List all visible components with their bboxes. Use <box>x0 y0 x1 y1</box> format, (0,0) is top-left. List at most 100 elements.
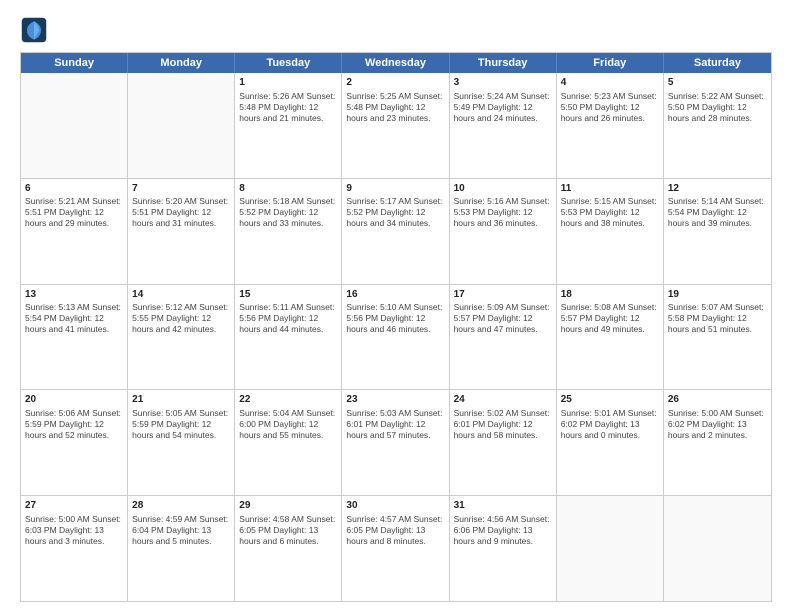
day-content: Sunrise: 5:07 AM Sunset: 5:58 PM Dayligh… <box>668 302 767 335</box>
calendar-body: 1Sunrise: 5:26 AM Sunset: 5:48 PM Daylig… <box>21 73 771 601</box>
day-number: 30 <box>346 499 444 513</box>
day-content: Sunrise: 5:02 AM Sunset: 6:01 PM Dayligh… <box>454 408 552 441</box>
day-content: Sunrise: 5:16 AM Sunset: 5:53 PM Dayligh… <box>454 196 552 229</box>
day-content: Sunrise: 5:06 AM Sunset: 5:59 PM Dayligh… <box>25 408 123 441</box>
calendar-day-10: 10Sunrise: 5:16 AM Sunset: 5:53 PM Dayli… <box>450 179 557 284</box>
day-number: 14 <box>132 288 230 302</box>
header-day-wednesday: Wednesday <box>342 53 449 73</box>
calendar-week-1: 1Sunrise: 5:26 AM Sunset: 5:48 PM Daylig… <box>21 73 771 178</box>
calendar: SundayMondayTuesdayWednesdayThursdayFrid… <box>20 52 772 602</box>
day-number: 7 <box>132 182 230 196</box>
calendar-day-27: 27Sunrise: 5:00 AM Sunset: 6:03 PM Dayli… <box>21 496 128 601</box>
day-content: Sunrise: 5:00 AM Sunset: 6:02 PM Dayligh… <box>668 408 767 441</box>
calendar-day-16: 16Sunrise: 5:10 AM Sunset: 5:56 PM Dayli… <box>342 285 449 390</box>
calendar-day-14: 14Sunrise: 5:12 AM Sunset: 5:55 PM Dayli… <box>128 285 235 390</box>
calendar-day-28: 28Sunrise: 4:59 AM Sunset: 6:04 PM Dayli… <box>128 496 235 601</box>
day-number: 9 <box>346 182 444 196</box>
day-content: Sunrise: 4:59 AM Sunset: 6:04 PM Dayligh… <box>132 514 230 547</box>
day-number: 22 <box>239 393 337 407</box>
day-content: Sunrise: 5:21 AM Sunset: 5:51 PM Dayligh… <box>25 196 123 229</box>
day-number: 11 <box>561 182 659 196</box>
day-number: 3 <box>454 76 552 90</box>
calendar-day-13: 13Sunrise: 5:13 AM Sunset: 5:54 PM Dayli… <box>21 285 128 390</box>
day-content: Sunrise: 5:05 AM Sunset: 5:59 PM Dayligh… <box>132 408 230 441</box>
day-content: Sunrise: 5:09 AM Sunset: 5:57 PM Dayligh… <box>454 302 552 335</box>
day-number: 2 <box>346 76 444 90</box>
day-content: Sunrise: 5:14 AM Sunset: 5:54 PM Dayligh… <box>668 196 767 229</box>
day-number: 6 <box>25 182 123 196</box>
day-number: 4 <box>561 76 659 90</box>
day-content: Sunrise: 5:20 AM Sunset: 5:51 PM Dayligh… <box>132 196 230 229</box>
day-content: Sunrise: 5:04 AM Sunset: 6:00 PM Dayligh… <box>239 408 337 441</box>
day-content: Sunrise: 5:08 AM Sunset: 5:57 PM Dayligh… <box>561 302 659 335</box>
calendar-day-20: 20Sunrise: 5:06 AM Sunset: 5:59 PM Dayli… <box>21 390 128 495</box>
calendar-week-5: 27Sunrise: 5:00 AM Sunset: 6:03 PM Dayli… <box>21 495 771 601</box>
day-number: 21 <box>132 393 230 407</box>
calendar-day-6: 6Sunrise: 5:21 AM Sunset: 5:51 PM Daylig… <box>21 179 128 284</box>
calendar-empty-cell <box>664 496 771 601</box>
day-number: 28 <box>132 499 230 513</box>
logo <box>20 16 52 44</box>
header-day-tuesday: Tuesday <box>235 53 342 73</box>
calendar-day-25: 25Sunrise: 5:01 AM Sunset: 6:02 PM Dayli… <box>557 390 664 495</box>
day-number: 23 <box>346 393 444 407</box>
day-number: 19 <box>668 288 767 302</box>
calendar-empty-cell <box>557 496 664 601</box>
calendar-week-3: 13Sunrise: 5:13 AM Sunset: 5:54 PM Dayli… <box>21 284 771 390</box>
day-content: Sunrise: 5:10 AM Sunset: 5:56 PM Dayligh… <box>346 302 444 335</box>
day-number: 1 <box>239 76 337 90</box>
calendar-day-22: 22Sunrise: 5:04 AM Sunset: 6:00 PM Dayli… <box>235 390 342 495</box>
day-number: 5 <box>668 76 767 90</box>
calendar-day-31: 31Sunrise: 4:56 AM Sunset: 6:06 PM Dayli… <box>450 496 557 601</box>
day-content: Sunrise: 5:15 AM Sunset: 5:53 PM Dayligh… <box>561 196 659 229</box>
header-day-thursday: Thursday <box>450 53 557 73</box>
day-content: Sunrise: 5:00 AM Sunset: 6:03 PM Dayligh… <box>25 514 123 547</box>
calendar-day-7: 7Sunrise: 5:20 AM Sunset: 5:51 PM Daylig… <box>128 179 235 284</box>
day-content: Sunrise: 5:22 AM Sunset: 5:50 PM Dayligh… <box>668 91 767 124</box>
logo-icon <box>20 16 48 44</box>
calendar-header: SundayMondayTuesdayWednesdayThursdayFrid… <box>21 53 771 73</box>
header-day-sunday: Sunday <box>21 53 128 73</box>
calendar-empty-cell <box>128 73 235 178</box>
day-content: Sunrise: 5:18 AM Sunset: 5:52 PM Dayligh… <box>239 196 337 229</box>
day-content: Sunrise: 5:17 AM Sunset: 5:52 PM Dayligh… <box>346 196 444 229</box>
calendar-day-26: 26Sunrise: 5:00 AM Sunset: 6:02 PM Dayli… <box>664 390 771 495</box>
day-number: 15 <box>239 288 337 302</box>
header-day-saturday: Saturday <box>664 53 771 73</box>
day-number: 16 <box>346 288 444 302</box>
day-content: Sunrise: 4:58 AM Sunset: 6:05 PM Dayligh… <box>239 514 337 547</box>
calendar-day-12: 12Sunrise: 5:14 AM Sunset: 5:54 PM Dayli… <box>664 179 771 284</box>
day-content: Sunrise: 5:13 AM Sunset: 5:54 PM Dayligh… <box>25 302 123 335</box>
page: SundayMondayTuesdayWednesdayThursdayFrid… <box>0 0 792 612</box>
calendar-day-21: 21Sunrise: 5:05 AM Sunset: 5:59 PM Dayli… <box>128 390 235 495</box>
day-number: 25 <box>561 393 659 407</box>
header <box>20 16 772 44</box>
day-number: 12 <box>668 182 767 196</box>
day-number: 10 <box>454 182 552 196</box>
calendar-day-18: 18Sunrise: 5:08 AM Sunset: 5:57 PM Dayli… <box>557 285 664 390</box>
header-day-monday: Monday <box>128 53 235 73</box>
calendar-day-8: 8Sunrise: 5:18 AM Sunset: 5:52 PM Daylig… <box>235 179 342 284</box>
day-content: Sunrise: 5:26 AM Sunset: 5:48 PM Dayligh… <box>239 91 337 124</box>
day-number: 24 <box>454 393 552 407</box>
day-number: 20 <box>25 393 123 407</box>
day-number: 27 <box>25 499 123 513</box>
day-number: 17 <box>454 288 552 302</box>
calendar-week-4: 20Sunrise: 5:06 AM Sunset: 5:59 PM Dayli… <box>21 389 771 495</box>
calendar-week-2: 6Sunrise: 5:21 AM Sunset: 5:51 PM Daylig… <box>21 178 771 284</box>
day-content: Sunrise: 4:56 AM Sunset: 6:06 PM Dayligh… <box>454 514 552 547</box>
header-day-friday: Friday <box>557 53 664 73</box>
day-content: Sunrise: 5:23 AM Sunset: 5:50 PM Dayligh… <box>561 91 659 124</box>
day-content: Sunrise: 5:03 AM Sunset: 6:01 PM Dayligh… <box>346 408 444 441</box>
day-number: 31 <box>454 499 552 513</box>
day-number: 26 <box>668 393 767 407</box>
calendar-day-15: 15Sunrise: 5:11 AM Sunset: 5:56 PM Dayli… <box>235 285 342 390</box>
day-content: Sunrise: 5:01 AM Sunset: 6:02 PM Dayligh… <box>561 408 659 441</box>
calendar-day-24: 24Sunrise: 5:02 AM Sunset: 6:01 PM Dayli… <box>450 390 557 495</box>
day-content: Sunrise: 5:25 AM Sunset: 5:48 PM Dayligh… <box>346 91 444 124</box>
calendar-day-9: 9Sunrise: 5:17 AM Sunset: 5:52 PM Daylig… <box>342 179 449 284</box>
calendar-day-23: 23Sunrise: 5:03 AM Sunset: 6:01 PM Dayli… <box>342 390 449 495</box>
day-number: 8 <box>239 182 337 196</box>
calendar-day-29: 29Sunrise: 4:58 AM Sunset: 6:05 PM Dayli… <box>235 496 342 601</box>
calendar-day-2: 2Sunrise: 5:25 AM Sunset: 5:48 PM Daylig… <box>342 73 449 178</box>
